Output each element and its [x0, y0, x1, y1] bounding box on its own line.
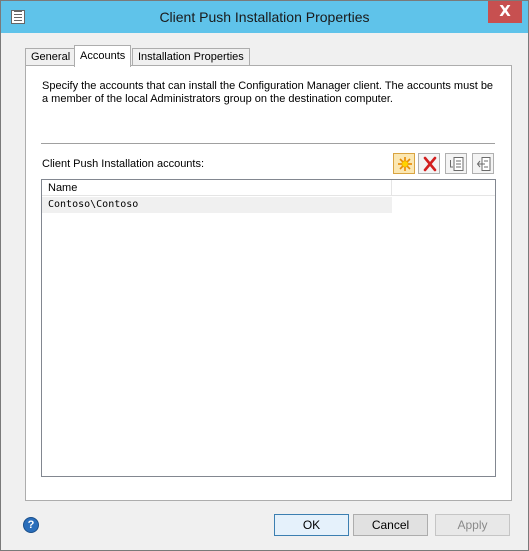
delete-account-button[interactable] [418, 153, 440, 174]
verify-account-icon [476, 157, 491, 171]
edit-properties-icon [450, 157, 464, 171]
apply-button[interactable]: Apply [435, 514, 510, 536]
accounts-list[interactable]: Name Contoso\Contoso [41, 179, 496, 477]
starburst-new-icon [398, 157, 412, 171]
edit-account-button[interactable] [445, 153, 467, 174]
dialog-title: Client Push Installation Properties [159, 9, 370, 25]
close-button[interactable]: X [488, 1, 522, 23]
ok-button[interactable]: OK [274, 514, 349, 536]
verify-account-button[interactable] [472, 153, 494, 174]
cancel-button[interactable]: Cancel [353, 514, 428, 536]
list-header: Name [42, 180, 495, 196]
help-icon[interactable]: ? [23, 517, 39, 533]
accounts-description: Specify the accounts that can install th… [42, 80, 494, 105]
tab-accounts[interactable]: Accounts [74, 45, 132, 67]
new-account-button[interactable] [393, 153, 415, 174]
column-header-name[interactable]: Name [42, 180, 392, 196]
divider [41, 143, 495, 144]
red-x-delete-icon [423, 156, 437, 172]
accounts-list-label: Client Push Installation accounts: [42, 158, 205, 170]
accounts-tab-panel: Specify the accounts that can install th… [25, 65, 512, 501]
title-bar[interactable]: Client Push Installation Properties X [1, 1, 528, 33]
table-row[interactable]: Contoso\Contoso [42, 197, 392, 213]
properties-dialog: Client Push Installation Properties X Ge… [0, 0, 529, 551]
account-name-cell: Contoso\Contoso [48, 199, 139, 210]
